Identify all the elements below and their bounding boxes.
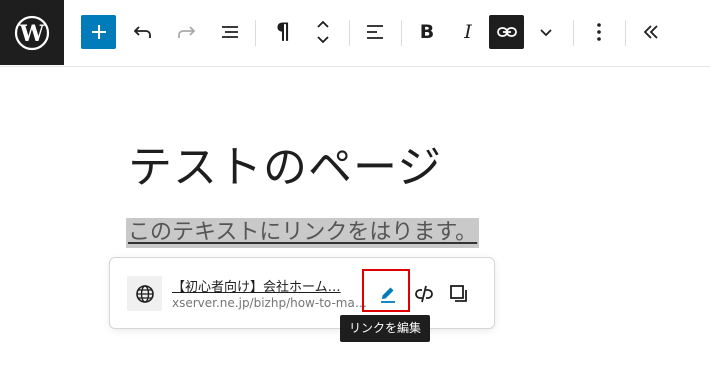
- link-favicon: [127, 276, 162, 311]
- toolbar-divider: [573, 20, 574, 46]
- paragraph-block[interactable]: このテキストにリンクをはります。: [126, 218, 480, 248]
- link-title[interactable]: 【初心者向け】会社ホーム…: [172, 276, 341, 295]
- align-button[interactable]: [358, 15, 392, 49]
- paragraph-icon: ¶: [276, 19, 290, 45]
- copy-link-button[interactable]: [441, 276, 477, 312]
- list-view-icon: [222, 26, 238, 38]
- edit-link-tooltip: リンクを編集: [340, 315, 431, 342]
- globe-icon: [135, 284, 154, 303]
- link-url[interactable]: xserver.ne.jp/bizhp/how-to-ma…: [172, 296, 367, 310]
- chevron-down-icon: [540, 29, 552, 37]
- toolbar-divider: [255, 20, 256, 46]
- bold-button[interactable]: B: [410, 15, 444, 49]
- double-chevron-left-icon: [643, 25, 658, 39]
- copy-icon: [450, 285, 467, 302]
- page-title[interactable]: テストのページ: [128, 131, 442, 195]
- align-left-icon: [367, 25, 383, 39]
- toolbar-divider: [349, 20, 350, 46]
- wordpress-icon: W: [14, 15, 50, 50]
- toolbar-divider: [625, 20, 626, 46]
- edit-button-highlight: [362, 269, 410, 312]
- collapse-toolbar-button[interactable]: [634, 15, 668, 49]
- link-button[interactable]: [489, 15, 524, 49]
- block-type-button[interactable]: ¶: [266, 15, 300, 49]
- italic-button[interactable]: I: [451, 15, 485, 49]
- redo-icon: [178, 26, 196, 38]
- add-block-button[interactable]: [81, 15, 116, 49]
- undo-icon: [133, 26, 151, 38]
- link-popover: 【初心者向け】会社ホーム… xserver.ne.jp/bizhp/how-to…: [109, 257, 495, 329]
- redo-button[interactable]: [169, 15, 203, 49]
- move-block-button[interactable]: [306, 15, 340, 49]
- list-view-button[interactable]: [213, 15, 247, 49]
- chevron-up-down-icon: [317, 20, 329, 44]
- toolbar-divider: [401, 20, 402, 46]
- more-formats-button[interactable]: [529, 15, 563, 49]
- options-button[interactable]: [582, 15, 616, 49]
- editor-toolbar: W ¶ B I: [0, 0, 710, 67]
- undo-button[interactable]: [126, 15, 160, 49]
- wordpress-logo-button[interactable]: W: [0, 0, 64, 65]
- unlink-button[interactable]: [406, 276, 442, 312]
- plus-icon: [91, 25, 106, 39]
- link-icon: [496, 27, 517, 37]
- unlink-icon: [415, 285, 433, 303]
- svg-text:W: W: [19, 21, 45, 47]
- more-vertical-icon: [597, 23, 601, 41]
